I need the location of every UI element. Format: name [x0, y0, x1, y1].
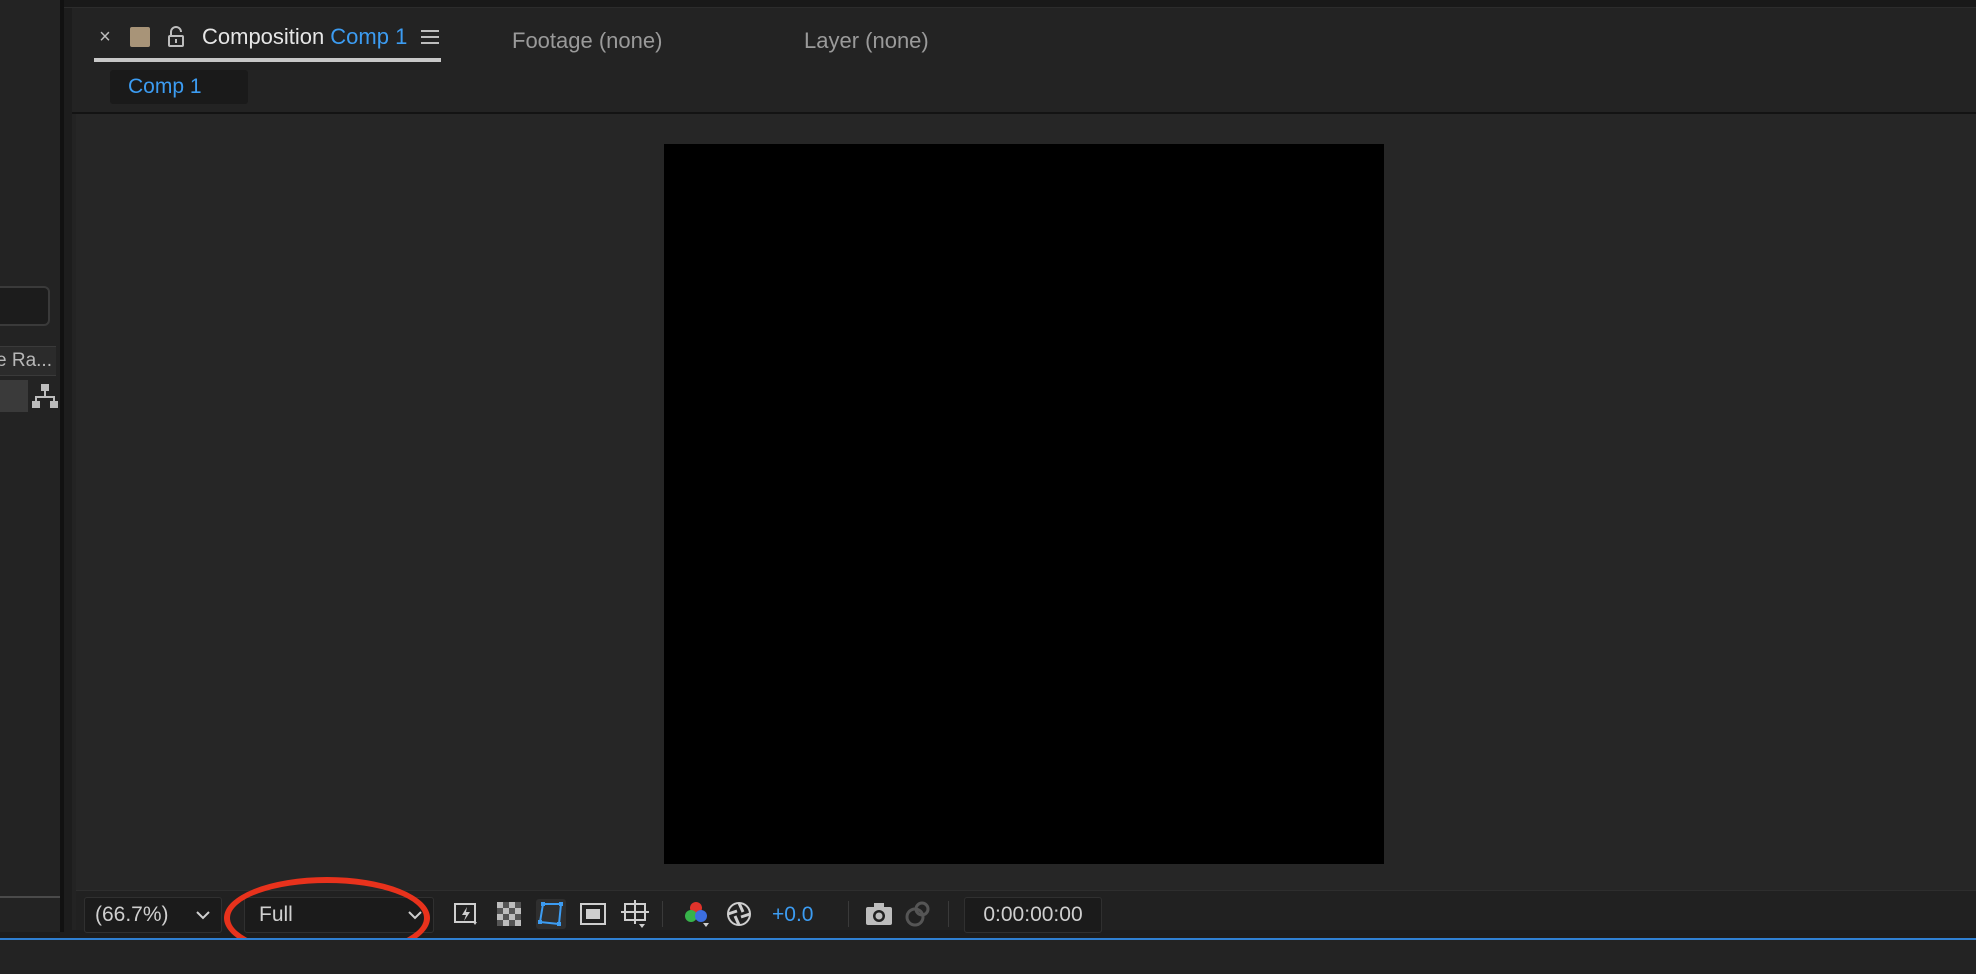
magnification-select[interactable]: (66.7%) — [84, 897, 222, 933]
current-time-field[interactable]: 0:00:00:00 — [964, 897, 1102, 933]
chevron-down-icon — [196, 911, 210, 920]
tab-composition-label: Composition — [202, 24, 325, 49]
show-snapshot-button[interactable] — [902, 899, 932, 929]
reset-exposure-icon — [727, 902, 751, 926]
divider — [662, 901, 663, 927]
project-column-strip — [0, 380, 28, 412]
composition-panel: × Composition Comp 1 Footage (none) Laye… — [72, 8, 1976, 959]
lock-icon[interactable] — [166, 26, 186, 48]
panel-tab-bar: × Composition Comp 1 Footage (none) Laye… — [72, 8, 1976, 64]
exposure-value[interactable]: +0.0 — [772, 903, 813, 927]
divider — [0, 896, 60, 898]
mask-visibility-icon — [538, 902, 563, 926]
tab-composition-name: Comp 1 — [330, 24, 408, 49]
fast-previews-icon — [454, 903, 477, 925]
label-swatch-icon[interactable] — [130, 27, 150, 47]
region-of-interest-button[interactable] — [578, 899, 608, 929]
divider — [948, 901, 949, 927]
mask-visibility-button[interactable] — [536, 899, 566, 929]
resolution-value: Full — [259, 903, 293, 926]
reset-exposure-button[interactable] — [724, 899, 754, 929]
fast-previews-button[interactable] — [452, 899, 482, 929]
tab-layer[interactable]: Layer (none) — [804, 28, 929, 54]
grid-guides-button[interactable] — [620, 899, 650, 929]
composition-canvas[interactable] — [664, 144, 1384, 864]
show-snapshot-icon — [905, 901, 930, 927]
magnification-value: (66.7%) — [95, 903, 169, 926]
close-icon[interactable]: × — [94, 26, 116, 49]
column-header-label: Frame Ra... — [0, 350, 52, 371]
transparency-grid-icon — [497, 902, 521, 926]
tab-composition[interactable]: × Composition Comp 1 — [94, 16, 441, 62]
snapshot-icon — [866, 903, 892, 925]
take-snapshot-button[interactable] — [864, 899, 894, 929]
tab-footage[interactable]: Footage (none) — [512, 28, 662, 54]
region-of-interest-icon — [580, 903, 606, 925]
project-search-input[interactable] — [0, 286, 50, 326]
project-panel: Frame Ra... — [0, 0, 64, 932]
flowchart-icon[interactable] — [32, 382, 58, 410]
panel-menu-icon[interactable] — [421, 29, 440, 45]
composition-breadcrumb[interactable]: Comp 1 — [110, 70, 248, 104]
chevron-down-icon — [408, 911, 422, 920]
color-channels-button[interactable] — [682, 899, 712, 929]
grid-guides-icon — [621, 900, 649, 928]
viewer-toolbar: (66.7%) Full +0.0 0:00:00:00 — [76, 877, 1976, 959]
resolution-select[interactable]: Full — [244, 897, 434, 933]
color-channels-icon — [685, 902, 709, 927]
timeline-panel-edge — [0, 940, 1976, 974]
column-header-frame-rate[interactable]: Frame Ra... — [0, 346, 56, 376]
composition-viewer[interactable] — [76, 114, 1976, 890]
divider — [848, 901, 849, 927]
app-top-edge — [0, 0, 1976, 8]
transparency-grid-button[interactable] — [494, 899, 524, 929]
